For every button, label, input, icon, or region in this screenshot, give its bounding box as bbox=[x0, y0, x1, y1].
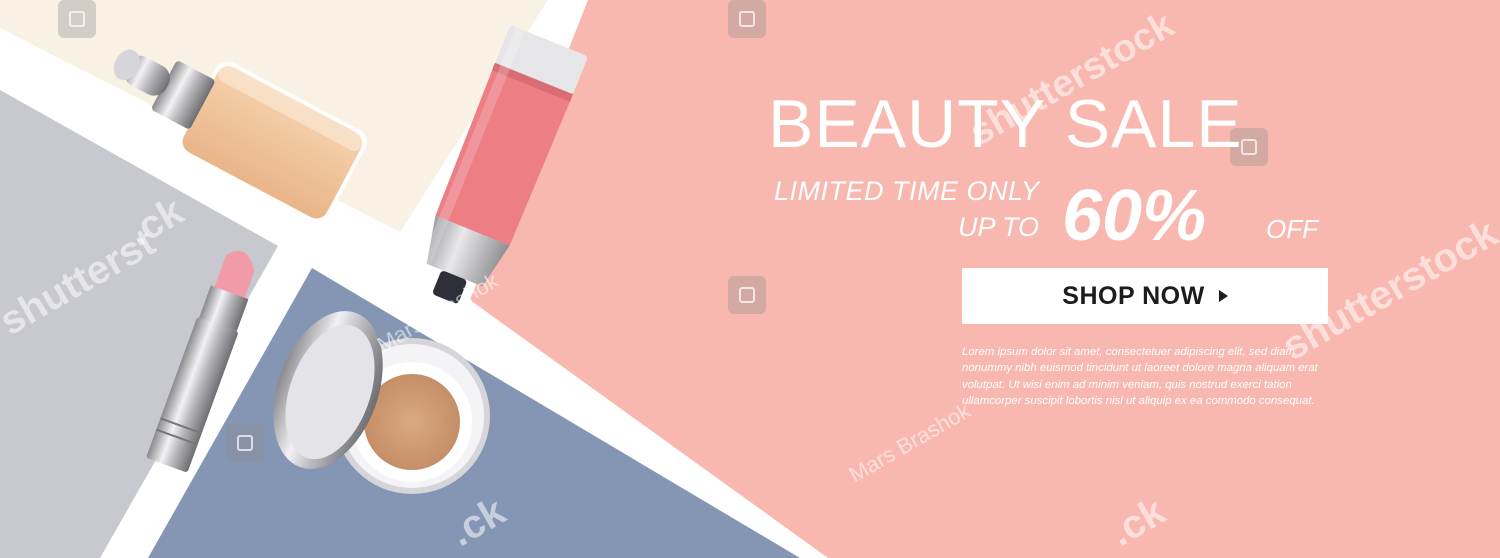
description-text: Lorem ipsum dolor sit amet, consectetuer… bbox=[962, 346, 1318, 407]
beauty-sale-banner: shutterstock shutterstock shutterst .ck … bbox=[0, 0, 1500, 558]
limited-time-text: LIMITED TIME ONLY bbox=[774, 176, 1040, 206]
shop-now-button[interactable]: SHOP NOW bbox=[962, 268, 1328, 324]
lipstick bbox=[146, 250, 255, 472]
discount-percent: 60% bbox=[1062, 176, 1207, 256]
cushion-compact bbox=[273, 311, 490, 494]
up-to-text: UP TO bbox=[958, 212, 1040, 242]
headline: BEAUTY SALE bbox=[768, 86, 1243, 162]
off-text: OFF bbox=[1266, 214, 1318, 244]
hand-cream-tube bbox=[403, 26, 588, 309]
dropper-bottle bbox=[113, 49, 367, 224]
play-arrow-icon bbox=[1218, 290, 1228, 302]
shop-now-label: SHOP NOW bbox=[1062, 281, 1205, 310]
